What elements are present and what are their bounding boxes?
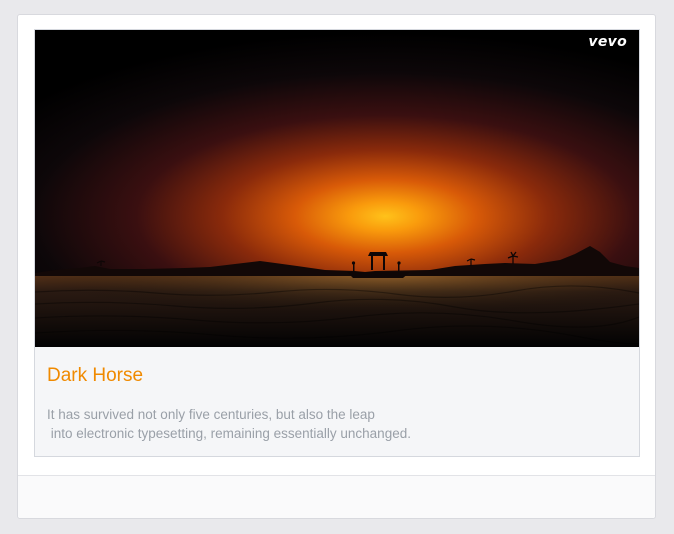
video-description: It has survived not only five centuries,… [47, 407, 411, 441]
vevo-logo: vevo [588, 34, 627, 50]
video-info: Dark Horse It has survived not only five… [35, 347, 639, 456]
page: vevo Dark Horse It has survived not only… [0, 0, 674, 534]
video-card: vevo Dark Horse It has survived not only… [34, 29, 640, 457]
card-footer [18, 475, 655, 518]
video-title-link[interactable]: Dark Horse [47, 365, 143, 387]
video-thumbnail[interactable]: vevo [35, 30, 639, 347]
sunset-scene-image [35, 30, 639, 347]
